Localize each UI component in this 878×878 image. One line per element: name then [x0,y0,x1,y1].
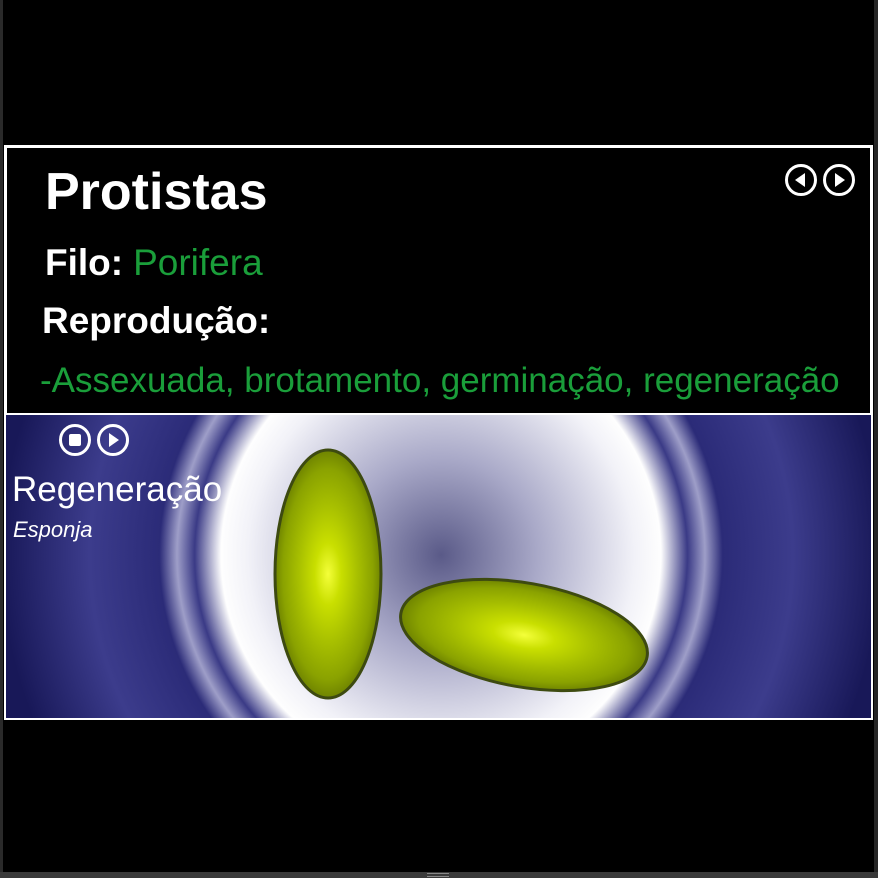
reproduction-value: -Assexuada, brotamento, germinação, rege… [40,361,840,400]
sponge-cell-vertical [273,448,383,700]
filo-label: Filo: [45,242,124,283]
previous-button[interactable] [784,163,818,197]
sponge-regeneration-scene [6,415,871,718]
window-left-edge [0,0,3,878]
stop-button[interactable] [58,423,92,457]
scene-background [6,415,871,718]
window-right-edge [874,0,878,878]
info-panel: Protistas Filo: Porifera Reprodução: -Ass… [4,145,873,413]
circle-right-arrow-icon [835,173,845,187]
navigation-controls [784,163,856,197]
next-button[interactable] [822,163,856,197]
bottom-bar [0,872,878,878]
animation-controls [58,423,130,457]
app-window: Protistas Filo: Porifera Reprodução: -Ass… [0,0,878,878]
page-title: Protistas [45,163,268,221]
circle-play-icon [109,433,119,447]
animation-panel: Regeneração Esponja [4,413,873,720]
resize-handle-icon[interactable] [427,873,449,877]
play-button[interactable] [96,423,130,457]
filo-row: Filo: Porifera [45,242,263,284]
animation-subtitle: Esponja [13,517,93,542]
filo-value: Porifera [133,242,263,283]
animation-title: Regeneração [12,470,223,509]
circle-left-arrow-icon [795,173,805,187]
reproduction-label: Reprodução: [42,300,271,341]
circle-stop-icon [69,434,81,446]
